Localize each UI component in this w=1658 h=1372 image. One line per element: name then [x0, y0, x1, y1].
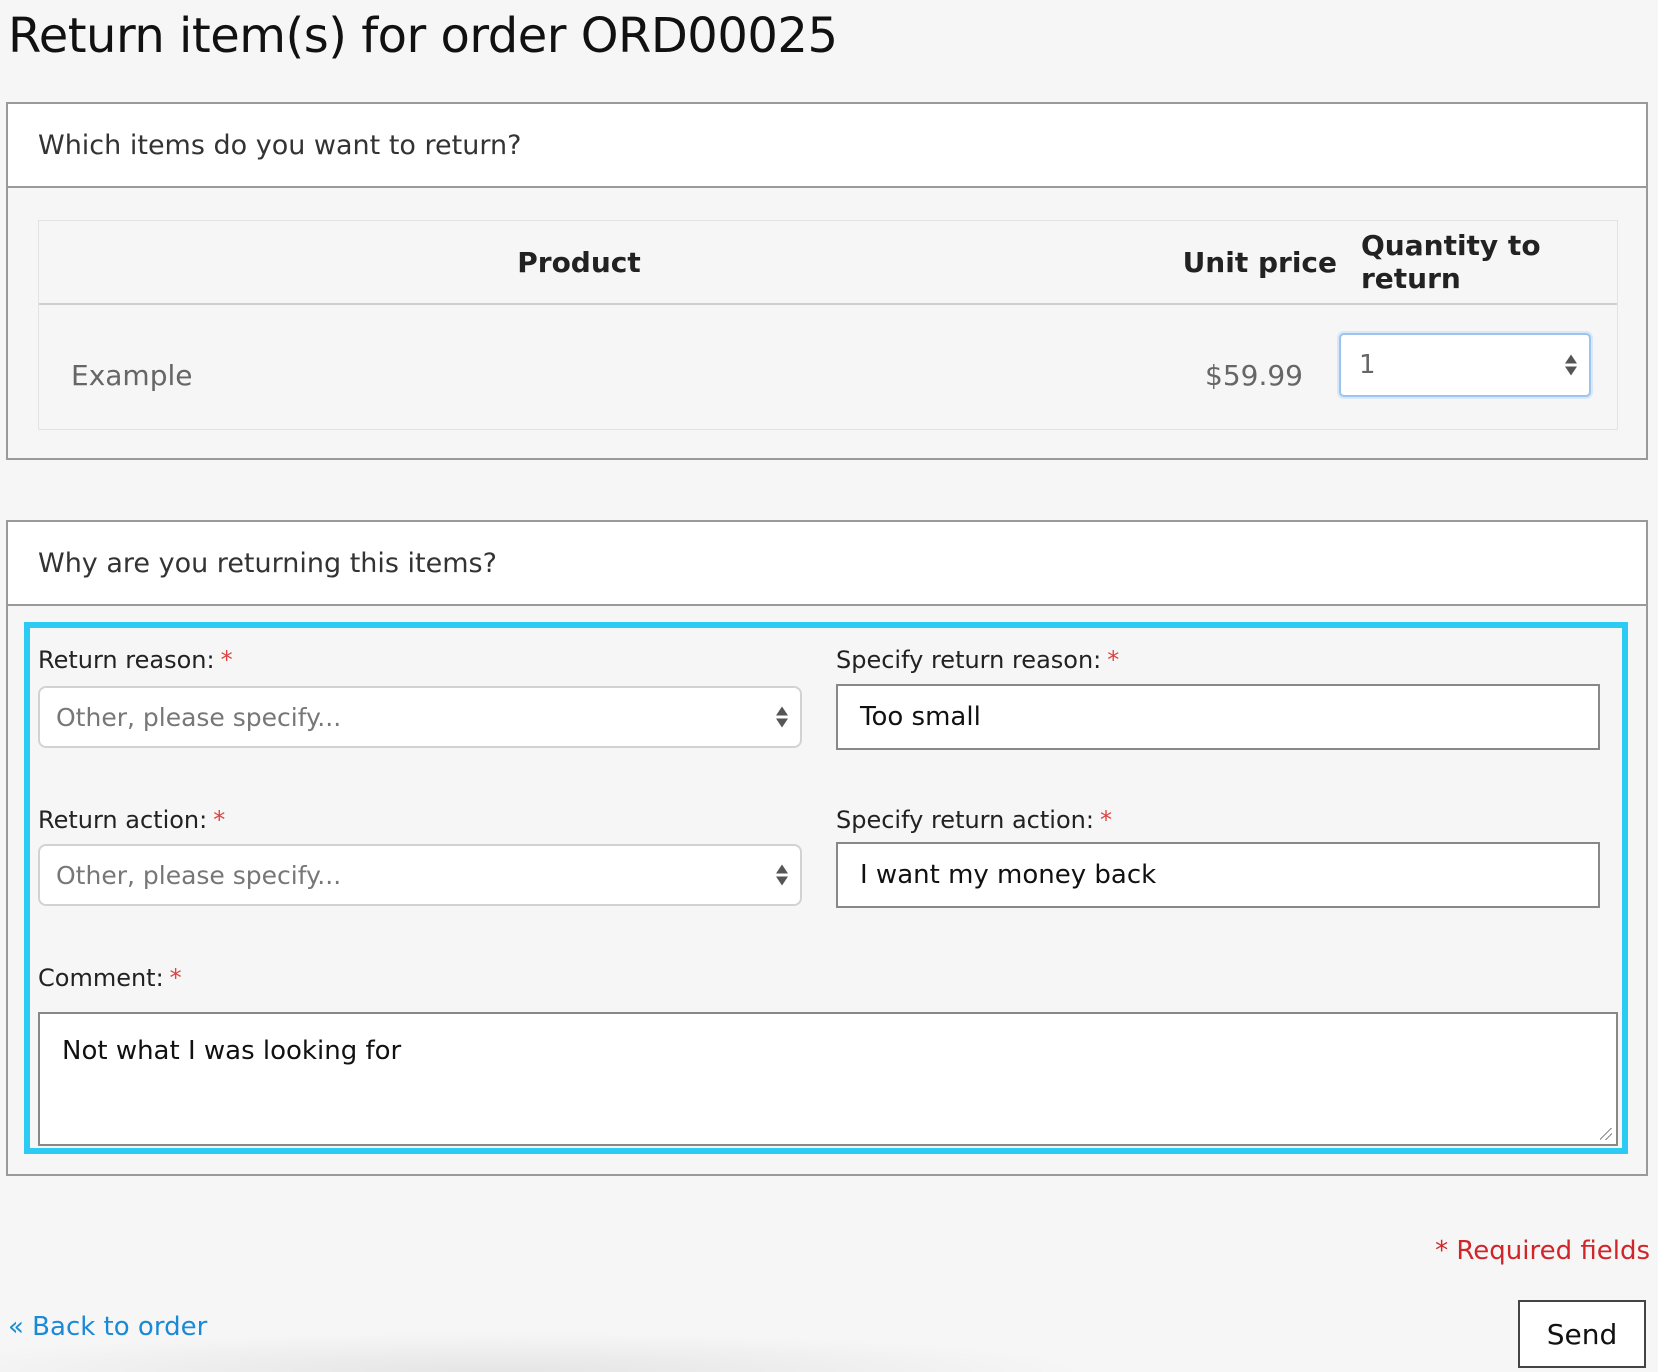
back-to-order-link[interactable]: « Back to order	[8, 1312, 207, 1342]
required-asterisk: *	[1099, 806, 1112, 834]
specify-action-label: Specify return action: *	[836, 806, 1112, 834]
reason-panel: Why are you returning this items? Return…	[6, 520, 1648, 1176]
required-asterisk: *	[213, 806, 226, 834]
return-action-select[interactable]: Other, please specify...	[38, 844, 802, 906]
column-header-unit-price: Unit price	[1182, 245, 1337, 279]
send-button[interactable]: Send	[1518, 1300, 1646, 1368]
updown-arrows-icon	[776, 864, 788, 886]
comment-textarea[interactable]: Not what I was looking for	[38, 1012, 1618, 1146]
column-header-product: Product	[517, 245, 641, 279]
items-table: Product Unit price Quantity to return Ex…	[38, 220, 1618, 430]
specify-action-input[interactable]: I want my money back	[836, 842, 1600, 908]
reason-panel-header: Why are you returning this items?	[8, 522, 1646, 606]
quantity-value: 1	[1359, 350, 1376, 380]
required-fields-note: * Required fields	[1435, 1236, 1650, 1266]
return-reason-select[interactable]: Other, please specify...	[38, 686, 802, 748]
page-title: Return item(s) for order ORD00025	[8, 8, 838, 64]
product-name: Example	[71, 359, 193, 392]
quantity-select[interactable]: 1	[1339, 333, 1591, 397]
specify-reason-label: Specify return reason: *	[836, 646, 1120, 674]
required-asterisk: *	[1107, 646, 1120, 674]
items-panel-header: Which items do you want to return?	[8, 104, 1646, 188]
unit-price: $59.99	[1205, 359, 1303, 392]
column-header-quantity: Quantity to return	[1361, 229, 1541, 295]
return-action-label: Return action: *	[38, 806, 226, 834]
comment-label: Comment: *	[38, 964, 182, 992]
updown-arrows-icon	[776, 706, 788, 728]
required-asterisk: *	[220, 646, 233, 674]
specify-reason-input[interactable]: Too small	[836, 684, 1600, 750]
updown-arrows-icon	[1565, 354, 1577, 376]
resize-grip-icon[interactable]	[1600, 1128, 1612, 1140]
required-asterisk: *	[169, 964, 182, 992]
items-panel: Which items do you want to return? Produ…	[6, 102, 1648, 460]
return-reason-label: Return reason: *	[38, 646, 233, 674]
table-divider	[39, 303, 1617, 305]
